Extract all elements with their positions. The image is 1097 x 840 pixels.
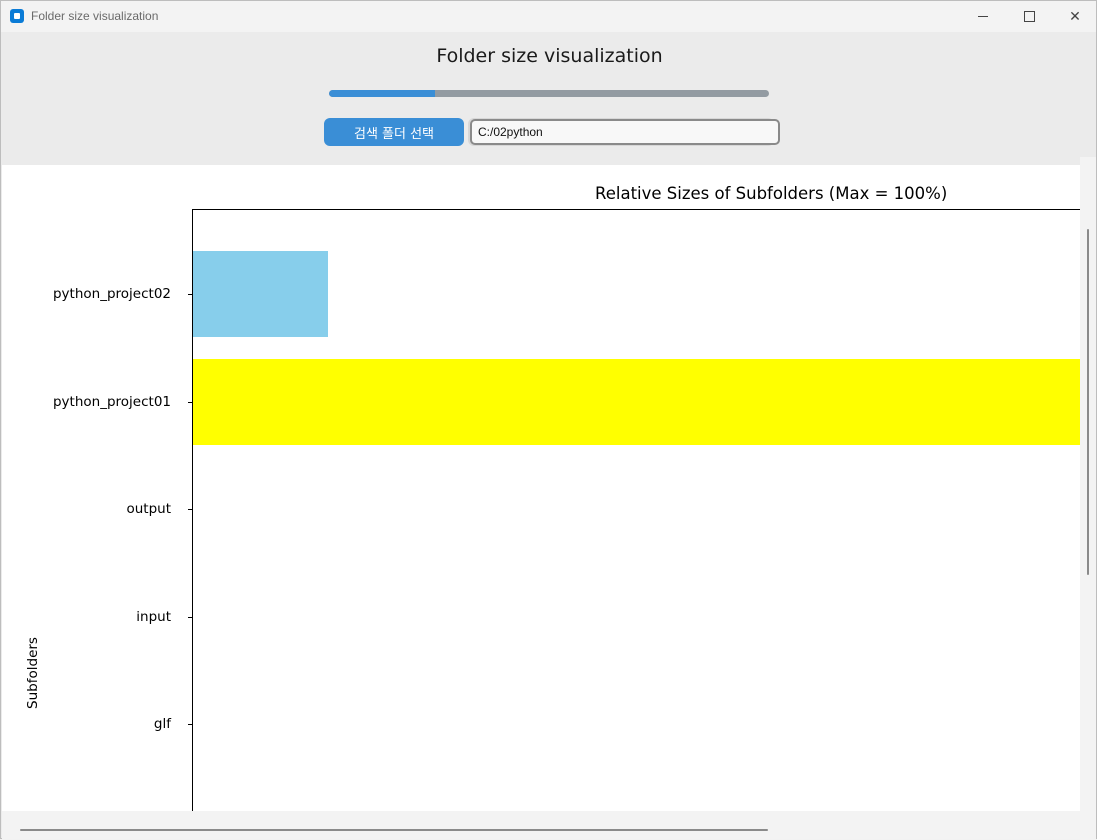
y-tick-label: input [136,609,171,625]
close-icon: ✕ [1069,8,1081,25]
y-tick-label: output [126,501,171,517]
app-icon [10,9,24,23]
title-bar[interactable]: Folder size visualization ✕ [1,1,1096,32]
horizontal-scrollbar[interactable] [2,811,1080,839]
y-tick-mark [188,509,192,510]
y-tick-label: python_project01 [52,394,171,410]
maximize-icon [1023,11,1035,22]
folder-path-input[interactable] [470,119,780,145]
minimize-button[interactable] [960,1,1006,32]
minimize-icon [978,16,988,17]
progress-bar [329,90,769,97]
close-button[interactable]: ✕ [1052,1,1097,32]
vertical-scroll-thumb[interactable] [1087,229,1089,575]
y-axis-label: Subfolders [25,637,41,709]
maximize-button[interactable] [1006,1,1052,32]
chart-canvas [2,165,1080,811]
page-title: Folder size visualization [436,45,663,67]
y-tick-mark [188,294,192,295]
y-tick-mark [188,402,192,403]
path-field-frame [468,118,780,146]
app-window: Folder size visualization ✕ Folder size … [0,0,1097,840]
y-tick-mark [188,724,192,725]
vertical-scrollbar[interactable] [1080,157,1096,840]
chart-axis-top [192,209,1080,210]
window-title: Folder size visualization [31,9,159,23]
bar-python_project02 [193,251,328,337]
y-tick-label: glf [153,716,171,732]
horizontal-scroll-thumb[interactable] [20,829,768,831]
chart-title: Relative Sizes of Subfolders (Max = 100%… [595,184,948,203]
y-tick-label: python_project02 [52,286,171,302]
select-folder-button[interactable]: 검색 폴더 선택 [324,118,464,146]
y-tick-mark [188,617,192,618]
bar-python_project01 [193,359,1080,445]
progress-fill [329,90,435,97]
